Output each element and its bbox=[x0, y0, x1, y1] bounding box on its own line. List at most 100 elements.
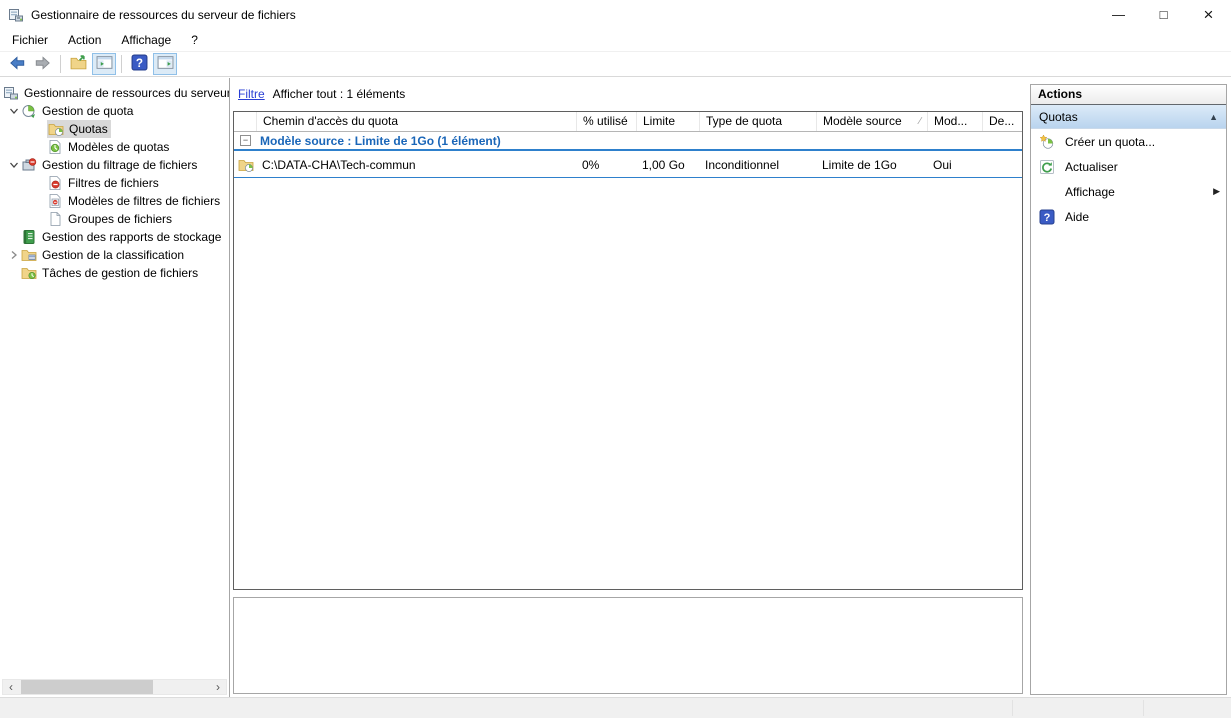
action-label: Actualiser bbox=[1065, 160, 1118, 174]
column-header-mod[interactable]: Mod... bbox=[927, 112, 982, 131]
classification-icon bbox=[21, 247, 37, 263]
menu-affichage[interactable]: Affichage bbox=[111, 29, 181, 52]
quota-mod: Oui bbox=[927, 151, 982, 178]
refresh-icon bbox=[1039, 159, 1055, 175]
export-list-button[interactable] bbox=[66, 53, 90, 75]
group-header-label: Modèle source : Limite de 1Go (1 élément… bbox=[260, 134, 501, 148]
show-console-tree-icon bbox=[96, 54, 113, 74]
quota-folder-icon bbox=[234, 151, 256, 178]
chevron-right-icon[interactable] bbox=[6, 248, 21, 263]
tree-item-label: Filtres de fichiers bbox=[68, 176, 159, 190]
filescreen-icon bbox=[47, 175, 63, 191]
column-header-chemin[interactable]: Chemin d'accès du quota bbox=[256, 112, 576, 131]
description-pane bbox=[233, 597, 1023, 694]
column-header-type[interactable]: Type de quota bbox=[699, 112, 816, 131]
toolbar-separator bbox=[60, 55, 61, 73]
toolbar: ? bbox=[0, 52, 1231, 77]
action-aide[interactable]: ? Aide bbox=[1031, 204, 1226, 229]
column-header-utilise[interactable]: % utilisé bbox=[576, 112, 636, 131]
svg-text:?: ? bbox=[135, 57, 142, 70]
create-quota-icon bbox=[1039, 134, 1055, 150]
close-button[interactable]: × bbox=[1186, 0, 1231, 29]
menu-help[interactable]: ? bbox=[181, 29, 208, 52]
collapse-group-icon[interactable]: − bbox=[240, 135, 251, 146]
column-header-modele-source[interactable]: Modèle source ∕ bbox=[816, 112, 927, 131]
filescreen-template-icon bbox=[47, 193, 63, 209]
action-affichage[interactable]: Affichage ▶ bbox=[1031, 179, 1226, 204]
status-bar bbox=[0, 697, 1231, 718]
scroll-right-arrow[interactable]: › bbox=[210, 680, 226, 694]
column-header-de[interactable]: De... bbox=[982, 112, 1022, 131]
back-button[interactable] bbox=[5, 53, 29, 75]
tree-item-groupes-de-fichiers[interactable]: Groupes de fichiers bbox=[0, 210, 229, 228]
sort-ascending-icon: ∕ bbox=[919, 112, 927, 131]
chevron-placeholder bbox=[6, 230, 21, 245]
minimize-button[interactable]: — bbox=[1096, 0, 1141, 29]
tree-item-taches-de-gestion[interactable]: Tâches de gestion de fichiers bbox=[0, 264, 229, 282]
forward-icon bbox=[34, 54, 52, 75]
tree-item-modeles-de-filtres[interactable]: Modèles de filtres de fichiers bbox=[0, 192, 229, 210]
action-create-quota[interactable]: Créer un quota... bbox=[1031, 129, 1226, 154]
maximize-button[interactable]: □ bbox=[1141, 0, 1186, 29]
help-icon: ? bbox=[131, 54, 148, 74]
quota-type: Inconditionnel bbox=[699, 151, 816, 178]
group-header-row[interactable]: − Modèle source : Limite de 1Go (1 éléme… bbox=[234, 132, 1022, 151]
quota-row[interactable]: C:\DATA-CHA\Tech-commun 0% 1,00 Go Incon… bbox=[234, 151, 1022, 178]
console-tree-panel: Gestionnaire de ressources du serveur Ge… bbox=[0, 78, 230, 697]
tree-item-label: Gestion de quota bbox=[42, 104, 133, 118]
tree-item-root[interactable]: Gestionnaire de ressources du serveur bbox=[0, 84, 229, 102]
chevron-placeholder bbox=[6, 266, 21, 281]
show-console-tree-button[interactable] bbox=[92, 53, 116, 75]
tree-item-label: Modèles de filtres de fichiers bbox=[68, 194, 220, 208]
tree-item-label: Tâches de gestion de fichiers bbox=[42, 266, 198, 280]
scrollbar-thumb[interactable] bbox=[21, 680, 153, 694]
status-separator bbox=[1012, 700, 1013, 716]
actions-section-quotas[interactable]: Quotas ▲ bbox=[1031, 105, 1226, 129]
tree-item-label: Quotas bbox=[69, 122, 108, 136]
show-action-pane-icon bbox=[157, 54, 174, 74]
submenu-arrow-icon: ▶ bbox=[1213, 186, 1220, 197]
actions-pane: Actions Quotas ▲ Créer un quota... Actua… bbox=[1030, 84, 1227, 695]
quota-template-icon bbox=[47, 139, 63, 155]
column-header-label: Modèle source bbox=[823, 112, 902, 131]
tree-item-modeles-de-quotas[interactable]: Modèles de quotas bbox=[0, 138, 229, 156]
tree-item-gestion-du-filtrage[interactable]: Gestion du filtrage de fichiers bbox=[0, 156, 229, 174]
tree-item-classification[interactable]: Gestion de la classification bbox=[0, 246, 229, 264]
action-actualiser[interactable]: Actualiser bbox=[1031, 154, 1226, 179]
file-tasks-icon bbox=[21, 265, 37, 281]
actions-title: Actions bbox=[1031, 85, 1226, 105]
collapse-section-icon[interactable]: ▲ bbox=[1209, 112, 1218, 122]
tree-item-gestion-de-quota[interactable]: Gestion de quota bbox=[0, 102, 229, 120]
scroll-left-arrow[interactable]: ‹ bbox=[3, 680, 19, 694]
menu-fichier[interactable]: Fichier bbox=[2, 29, 58, 52]
filter-link[interactable]: Filtre bbox=[238, 87, 265, 101]
tree-item-rapports-de-stockage[interactable]: Gestion des rapports de stockage bbox=[0, 228, 229, 246]
action-label: Créer un quota... bbox=[1065, 135, 1155, 149]
tree-item-label: Groupes de fichiers bbox=[68, 212, 172, 226]
help-button[interactable]: ? bbox=[127, 53, 151, 75]
storage-reports-icon bbox=[21, 229, 37, 245]
actions-section-label: Quotas bbox=[1039, 110, 1209, 124]
toolbar-separator bbox=[121, 55, 122, 73]
tree-horizontal-scrollbar[interactable]: ‹ › bbox=[2, 679, 227, 695]
main-area: Gestionnaire de ressources du serveur Ge… bbox=[0, 78, 1231, 697]
tree-item-filtres-de-fichiers[interactable]: Filtres de fichiers bbox=[0, 174, 229, 192]
action-label: Aide bbox=[1065, 210, 1089, 224]
chevron-down-icon[interactable] bbox=[6, 158, 21, 173]
tree-item-quotas[interactable]: Quotas bbox=[0, 120, 229, 138]
icon-placeholder bbox=[1039, 184, 1055, 200]
window-title: Gestionnaire de ressources du serveur de… bbox=[31, 8, 296, 22]
tree-item-label: Gestion du filtrage de fichiers bbox=[42, 158, 197, 172]
quota-used: 0% bbox=[576, 151, 636, 178]
tree-selection: Quotas bbox=[47, 120, 111, 138]
svg-text:?: ? bbox=[1044, 212, 1051, 224]
menu-action[interactable]: Action bbox=[58, 29, 111, 52]
help-icon: ? bbox=[1039, 209, 1055, 225]
column-header-limite[interactable]: Limite bbox=[636, 112, 699, 131]
server-icon bbox=[3, 85, 19, 101]
show-all-label: Afficher tout : 1 éléments bbox=[273, 87, 406, 101]
forward-button[interactable] bbox=[31, 53, 55, 75]
chevron-down-icon[interactable] bbox=[6, 104, 21, 119]
show-action-pane-button[interactable] bbox=[153, 53, 177, 75]
column-header-icon[interactable] bbox=[234, 112, 256, 131]
